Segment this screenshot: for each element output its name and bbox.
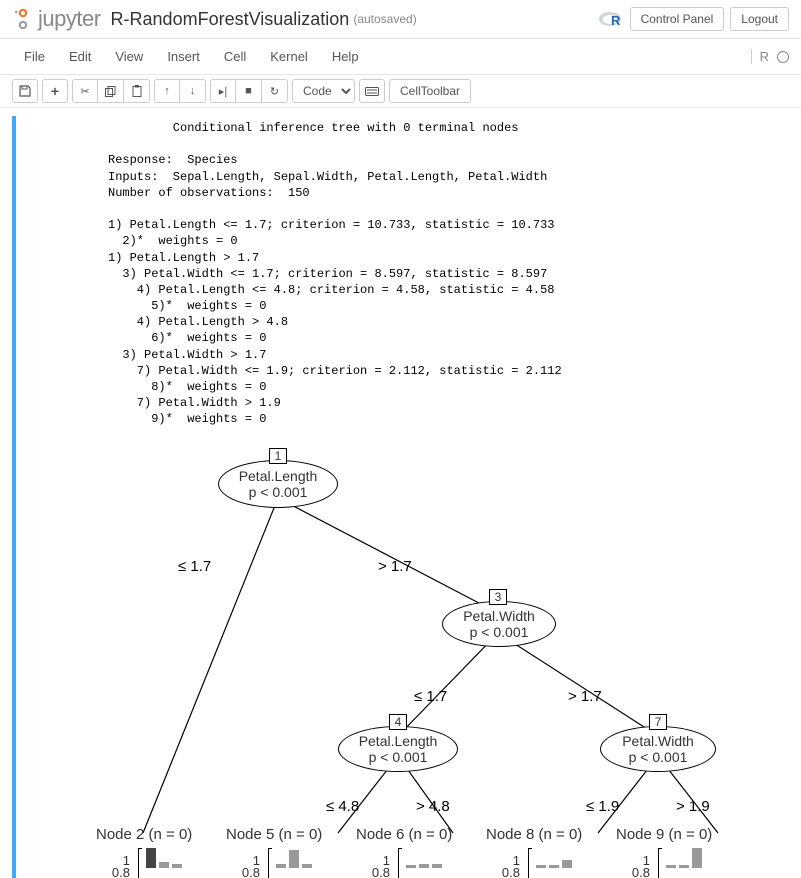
menu-view[interactable]: View (103, 43, 155, 70)
control-panel-button[interactable]: Control Panel (630, 7, 725, 31)
jupyter-icon (12, 8, 34, 30)
node-7-p: p < 0.001 (629, 749, 688, 765)
tree-plot: 1 Petal.Length p < 0.001 ≤ 1.7 > 1.7 3 P… (38, 438, 798, 878)
node-7: Petal.Width p < 0.001 (600, 726, 716, 772)
node-4-left: ≤ 4.8 (326, 798, 359, 815)
restart-button[interactable]: ↻ (262, 79, 288, 103)
notebook-title[interactable]: R-RandomForestVisualization (111, 9, 350, 30)
leaf-8-label: Node 8 (n = 0) (486, 826, 582, 843)
plus-icon: + (51, 83, 59, 99)
node-4-id: 4 (389, 714, 407, 730)
menu-insert[interactable]: Insert (155, 43, 212, 70)
step-forward-icon: ▸| (219, 85, 227, 98)
save-button[interactable] (12, 79, 38, 103)
notebook-header: jupyter R-RandomForestVisualization (aut… (0, 0, 801, 39)
paste-icon (132, 85, 142, 97)
cell-type-select[interactable]: Code (292, 79, 355, 103)
node-3-right: > 1.7 (568, 688, 602, 705)
leaf-9-bars: 1 0.8 (626, 846, 702, 878)
node-3-id: 3 (489, 589, 507, 605)
stop-icon: ■ (245, 85, 252, 97)
menubar: File Edit View Insert Cell Kernel Help R (0, 39, 801, 75)
add-cell-button[interactable]: + (42, 79, 68, 103)
leaf-5-label: Node 5 (n = 0) (226, 826, 322, 843)
node-3-p: p < 0.001 (470, 624, 529, 640)
copy-button[interactable] (98, 79, 124, 103)
node-4-right: > 4.8 (416, 798, 450, 815)
leaf-5-bars: 1 0.8 (236, 846, 312, 878)
node-3-var: Petal.Width (463, 608, 535, 624)
refresh-icon: ↻ (270, 85, 279, 98)
autosave-status: (autosaved) (353, 12, 416, 26)
logout-button[interactable]: Logout (730, 7, 789, 31)
paste-button[interactable] (124, 79, 150, 103)
toolbar: + ✂ ↑ ↓ ▸| ■ ↻ Code CellToolbar (0, 75, 801, 108)
node-1: Petal.Length p < 0.001 (218, 460, 338, 508)
leaf-6-label: Node 6 (n = 0) (356, 826, 452, 843)
code-cell[interactable]: Conditional inference tree with 0 termin… (12, 116, 789, 878)
node-4-p: p < 0.001 (369, 749, 428, 765)
ytick-08: 0.8 (106, 865, 134, 878)
cut-icon: ✂ (80, 85, 89, 98)
menu-help[interactable]: Help (320, 43, 371, 70)
notebook-container: Conditional inference tree with 0 termin… (0, 108, 801, 878)
jupyter-logo[interactable]: jupyter (12, 6, 101, 32)
r-kernel-logo: R (598, 8, 624, 30)
node-1-left: ≤ 1.7 (178, 558, 211, 575)
node-1-var: Petal.Length (239, 468, 318, 484)
node-7-id: 7 (649, 714, 667, 730)
node-1-right: > 1.7 (378, 558, 412, 575)
cell-toolbar-button[interactable]: CellToolbar (389, 79, 471, 103)
node-4-var: Petal.Length (359, 733, 438, 749)
leaf-2-bars: 1 0.8 (106, 846, 182, 878)
node-1-id: 1 (269, 448, 287, 464)
save-icon (19, 85, 31, 97)
kernel-name: R (751, 49, 769, 64)
jupyter-logo-text: jupyter (38, 6, 101, 32)
kernel-indicator-icon (777, 51, 789, 63)
svg-text:R: R (611, 13, 621, 28)
leaf-2-label: Node 2 (n = 0) (96, 826, 192, 843)
node-4: Petal.Length p < 0.001 (338, 726, 458, 772)
leaf-6-bars: 1 0.8 (366, 846, 442, 878)
menu-edit[interactable]: Edit (57, 43, 103, 70)
arrow-down-icon: ↓ (190, 85, 196, 97)
node-7-left: ≤ 1.9 (586, 798, 619, 815)
leaf-8-bars: 1 0.8 (496, 846, 572, 878)
node-3-left: ≤ 1.7 (414, 688, 447, 705)
keyboard-icon (365, 87, 379, 96)
node-1-p: p < 0.001 (249, 484, 308, 500)
menu-kernel[interactable]: Kernel (258, 43, 320, 70)
command-palette-button[interactable] (359, 79, 385, 103)
menu-cell[interactable]: Cell (212, 43, 258, 70)
leaf-9-label: Node 9 (n = 0) (616, 826, 712, 843)
node-3: Petal.Width p < 0.001 (442, 601, 556, 647)
cell-output-text: Conditional inference tree with 0 termin… (18, 116, 783, 438)
arrow-up-icon: ↑ (164, 85, 170, 97)
move-up-button[interactable]: ↑ (154, 79, 180, 103)
node-7-right: > 1.9 (676, 798, 710, 815)
run-button[interactable]: ▸| (210, 79, 236, 103)
move-down-button[interactable]: ↓ (180, 79, 206, 103)
node-7-var: Petal.Width (622, 733, 694, 749)
menu-file[interactable]: File (12, 43, 57, 70)
copy-icon (105, 86, 116, 97)
cut-button[interactable]: ✂ (72, 79, 98, 103)
interrupt-button[interactable]: ■ (236, 79, 262, 103)
